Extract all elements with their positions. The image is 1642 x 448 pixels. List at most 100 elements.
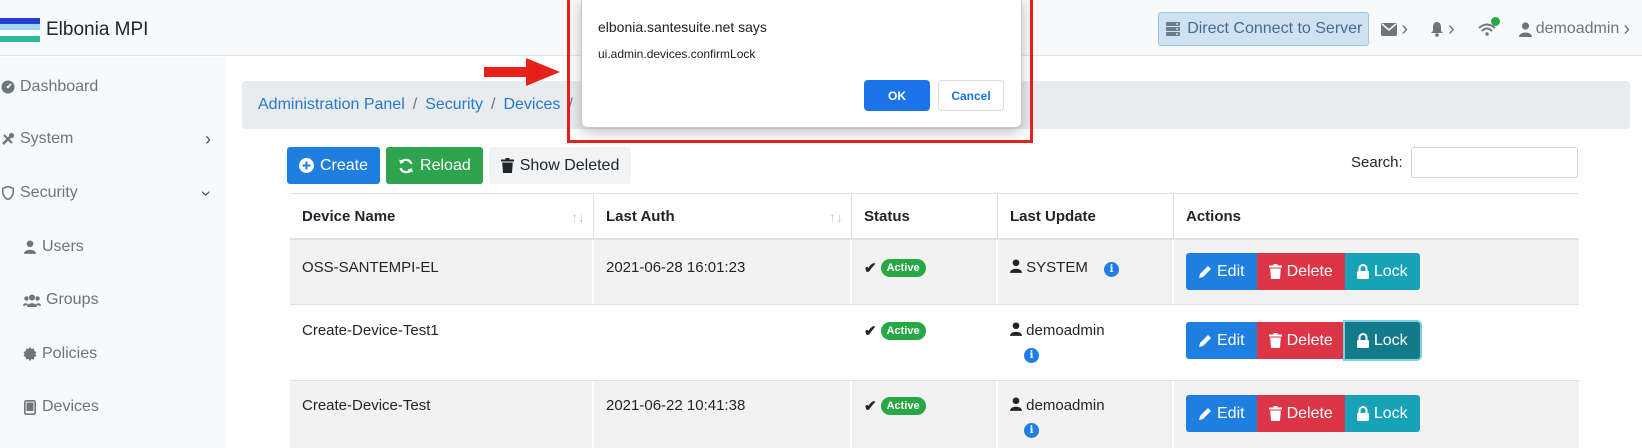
trash-icon [1268, 406, 1282, 421]
sidebar-item-dashboard[interactable]: Dashboard [0, 72, 227, 102]
sidebar-item-groups[interactable]: Groups [0, 285, 227, 315]
bell-icon [1431, 22, 1444, 37]
lock-button[interactable]: Lock [1344, 253, 1420, 290]
sidebar-item-label: System [20, 130, 74, 147]
direct-connect-label: Direct Connect to Server [1187, 20, 1363, 37]
check-icon: ✔ [864, 398, 877, 415]
sidebar-item-security[interactable]: Security › [0, 178, 227, 208]
reload-button[interactable]: Reload [386, 147, 483, 184]
dialog-title: elbonia.santesuite.net says [598, 19, 767, 35]
device-name-cell: Create-Device-Test1 [290, 305, 594, 380]
column-header-label: Device Name [302, 208, 396, 225]
search-label: Search: [1351, 154, 1403, 171]
create-button[interactable]: Create [287, 147, 381, 184]
column-header-label: Actions [1186, 208, 1242, 225]
delete-button[interactable]: Delete [1256, 322, 1345, 359]
sidebar-item-users[interactable]: Users [0, 232, 227, 262]
column-header-device-name[interactable]: Device Name ↑↓ [290, 194, 594, 239]
direct-connect-button[interactable]: Direct Connect to Server [1158, 12, 1370, 46]
confirm-dialog: elbonia.santesuite.net says ui.admin.dev… [581, 0, 1022, 128]
sidebar-item-label: Groups [46, 291, 99, 308]
info-icon[interactable]: i [1104, 262, 1120, 277]
lock-button[interactable]: Lock [1344, 395, 1420, 432]
shield-icon [0, 186, 16, 200]
lock-button[interactable]: Lock [1344, 322, 1420, 359]
chevron-down-icon: › [196, 190, 217, 196]
breadcrumb-item-administration-panel[interactable]: Administration Panel [258, 96, 405, 114]
sidebar-item-label: Policies [42, 345, 98, 362]
info-icon[interactable]: i [1024, 423, 1039, 438]
notifications-menu[interactable]: › [1430, 18, 1455, 41]
sort-icon: ↑↓ [571, 208, 585, 225]
updated-by: SYSTEM [1026, 259, 1088, 276]
dialog-cancel-button[interactable]: Cancel [938, 80, 1004, 111]
breadcrumb-item-security[interactable]: Security [425, 96, 483, 114]
table-toolbar: Create Reload Show Deleted [287, 147, 632, 184]
tools-icon [0, 132, 16, 146]
user-icon [1010, 259, 1022, 273]
connection-status[interactable] [1477, 17, 1500, 37]
user-icon [1010, 322, 1022, 336]
delete-label: Delete [1286, 331, 1333, 349]
delete-button[interactable]: Delete [1256, 253, 1345, 290]
show-deleted-label: Show Deleted [519, 156, 620, 174]
sidebar: Dashboard System › Security › Users Grou… [0, 57, 227, 448]
sidebar-item-label: Devices [42, 398, 99, 415]
actions-cell: Edit Delete Lock [1174, 381, 1579, 448]
delete-label: Delete [1286, 262, 1333, 280]
pencil-icon [1199, 407, 1211, 420]
breadcrumb-separator: / [412, 96, 418, 113]
sidebar-item-devices[interactable]: Devices [0, 392, 227, 422]
show-deleted-button[interactable]: Show Deleted [488, 147, 632, 184]
trash-icon [500, 158, 514, 173]
reload-button-label: Reload [420, 156, 471, 174]
trash-icon [1268, 333, 1282, 348]
server-icon [1166, 22, 1181, 36]
certificate-icon [22, 347, 38, 361]
edit-button[interactable]: Edit [1186, 322, 1257, 359]
dialog-ok-button[interactable]: OK [864, 80, 930, 111]
table-row: Create-Device-Test1 ✔ Active demoadmin i… [290, 305, 1579, 381]
column-header-label: Last Auth [606, 208, 675, 225]
brand[interactable]: Elbonia MPI [0, 18, 148, 42]
actions-cell: Edit Delete Lock [1174, 305, 1579, 380]
edit-button[interactable]: Edit [1186, 253, 1257, 290]
search-box: Search: [1351, 147, 1578, 178]
updated-by: demoadmin [1026, 322, 1105, 339]
column-header-label: Status [864, 208, 910, 225]
lock-icon [1356, 333, 1369, 348]
edit-label: Edit [1217, 262, 1245, 280]
lock-label: Lock [1373, 262, 1408, 280]
last-auth-cell: 2021-06-22 10:41:38 [594, 381, 852, 448]
column-header-last-auth[interactable]: Last Auth ↑↓ [594, 194, 852, 239]
table-row: Create-Device-Test 2021-06-22 10:41:38 ✔… [290, 381, 1579, 448]
chevron-right-icon: › [1448, 17, 1455, 40]
column-header-status: Status [852, 194, 998, 239]
column-header-label: Last Update [1010, 208, 1096, 225]
sidebar-item-system[interactable]: System › [0, 124, 227, 154]
messages-menu[interactable]: › [1381, 18, 1408, 41]
breadcrumb-separator: / [491, 96, 496, 113]
edit-button[interactable]: Edit [1186, 395, 1257, 432]
last-update-cell: demoadmin i [998, 381, 1174, 448]
plus-circle-icon [299, 158, 314, 173]
tablet-icon [22, 399, 38, 415]
search-input[interactable] [1410, 147, 1578, 178]
chevron-right-icon: › [1401, 17, 1409, 40]
column-header-actions: Actions [1174, 194, 1579, 239]
user-menu[interactable]: demoadmin › [1518, 18, 1630, 41]
delete-button[interactable]: Delete [1256, 395, 1345, 432]
breadcrumb-item-devices[interactable]: Devices [503, 96, 560, 114]
info-icon[interactable]: i [1024, 348, 1039, 363]
sidebar-item-label: Dashboard [20, 78, 99, 95]
tachometer-icon [0, 80, 16, 94]
username: demoadmin [1535, 20, 1620, 37]
pencil-icon [1199, 265, 1211, 278]
devices-table: Device Name ↑↓ Last Auth ↑↓ Status Last … [290, 193, 1579, 448]
sidebar-item-policies[interactable]: Policies [0, 339, 227, 369]
envelope-icon [1381, 22, 1398, 36]
check-icon: ✔ [864, 323, 877, 340]
check-icon: ✔ [864, 260, 877, 277]
create-button-label: Create [320, 156, 369, 174]
lock-icon [1356, 264, 1369, 279]
